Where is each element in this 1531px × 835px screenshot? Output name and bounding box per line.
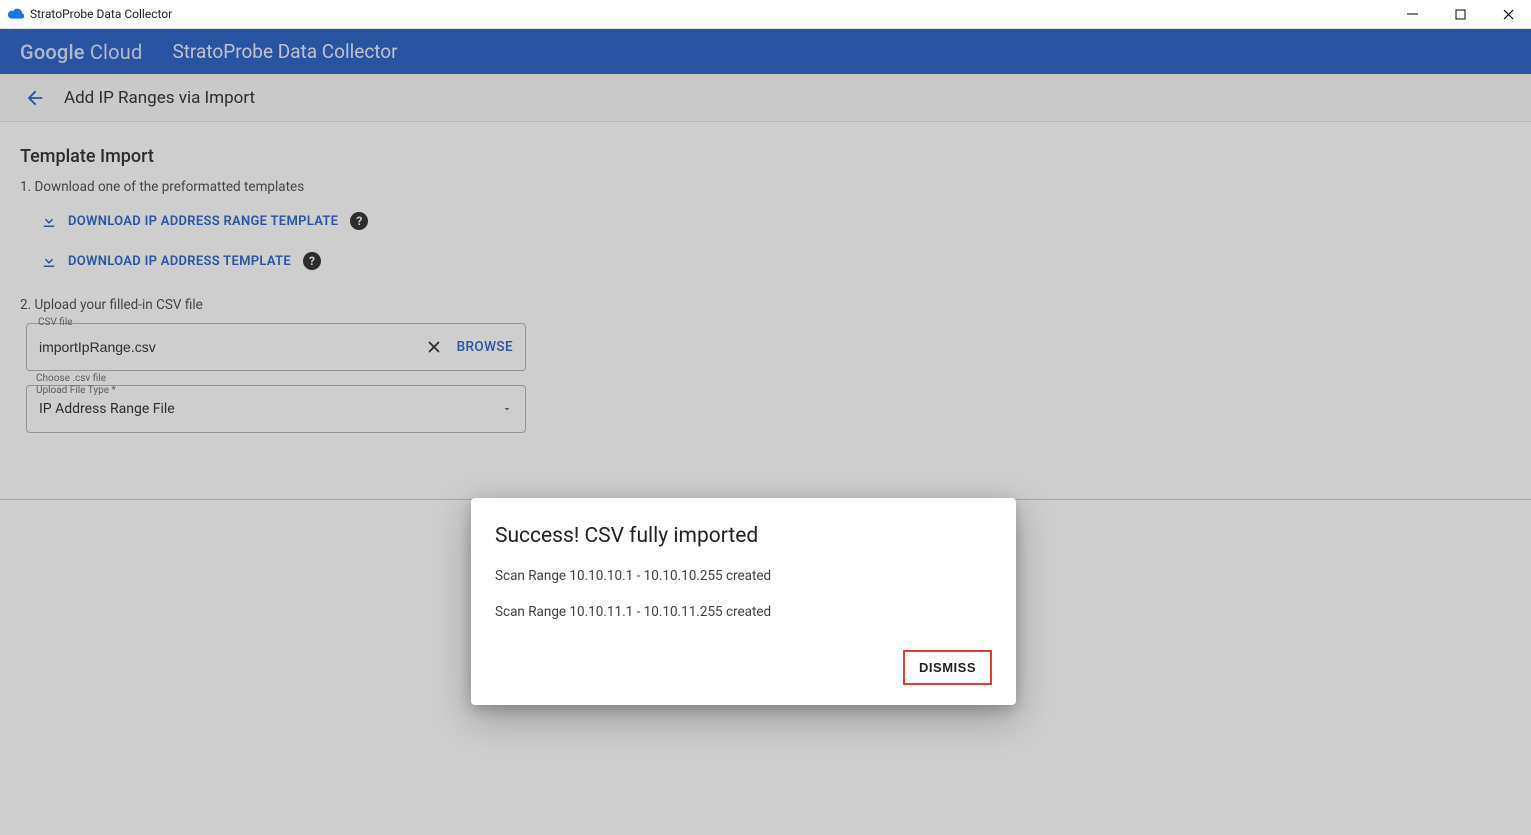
browse-button[interactable]: BROWSE [457, 339, 513, 355]
chevron-down-icon [501, 403, 513, 415]
clear-icon[interactable] [425, 338, 443, 356]
csv-file-field: BROWSE [26, 323, 526, 371]
window-close-button[interactable] [1493, 9, 1523, 20]
csv-field-label: CSV file [36, 317, 75, 328]
download-icon [40, 212, 58, 230]
brand-left: Google [20, 40, 85, 64]
download-ip-address-template-label: DOWNLOAD IP ADDRESS TEMPLATE [68, 254, 291, 269]
window-maximize-button[interactable] [1445, 9, 1475, 20]
step-2-label: 2. Upload your filled-in CSV file [20, 297, 1511, 313]
upload-file-type-value: IP Address Range File [39, 401, 175, 417]
window-title: StratoProbe Data Collector [30, 7, 172, 21]
section-heading: Template Import [20, 146, 1511, 167]
page-title: Add IP Ranges via Import [64, 88, 255, 108]
app-top-bar: Google Cloud StratoProbe Data Collector [0, 29, 1531, 74]
choose-hint-label: Choose .csv file [36, 373, 116, 385]
download-icon [40, 252, 58, 270]
step-1-label: 1. Download one of the preformatted temp… [20, 179, 1511, 195]
help-icon[interactable]: ? [350, 212, 368, 230]
dialog-message-1: Scan Range 10.10.10.1 - 10.10.10.255 cre… [495, 568, 992, 584]
window-titlebar: StratoProbe Data Collector [0, 0, 1531, 29]
help-icon[interactable]: ? [303, 252, 321, 270]
back-arrow-icon[interactable] [24, 87, 46, 109]
upload-type-label: Upload File Type * [36, 385, 116, 397]
google-cloud-logo: Google Cloud [20, 40, 142, 64]
page-subheader: Add IP Ranges via Import [0, 74, 1531, 122]
success-dialog: Success! CSV fully imported Scan Range 1… [471, 498, 1016, 705]
download-ip-range-template-label: DOWNLOAD IP ADDRESS RANGE TEMPLATE [68, 214, 338, 229]
app-icon [8, 6, 24, 22]
download-ip-address-template-link[interactable]: DOWNLOAD IP ADDRESS TEMPLATE [40, 252, 291, 270]
download-ip-range-template-link[interactable]: DOWNLOAD IP ADDRESS RANGE TEMPLATE [40, 212, 338, 230]
brand-right: Cloud [90, 40, 143, 64]
window-minimize-button[interactable] [1397, 9, 1427, 20]
csv-file-input[interactable] [39, 339, 417, 355]
app-title: StratoProbe Data Collector [172, 40, 397, 63]
dialog-title: Success! CSV fully imported [495, 524, 992, 548]
template-import-section: Template Import 1. Download one of the p… [0, 122, 1531, 500]
dialog-message-2: Scan Range 10.10.11.1 - 10.10.11.255 cre… [495, 604, 992, 620]
dismiss-button[interactable]: DISMISS [903, 650, 992, 685]
